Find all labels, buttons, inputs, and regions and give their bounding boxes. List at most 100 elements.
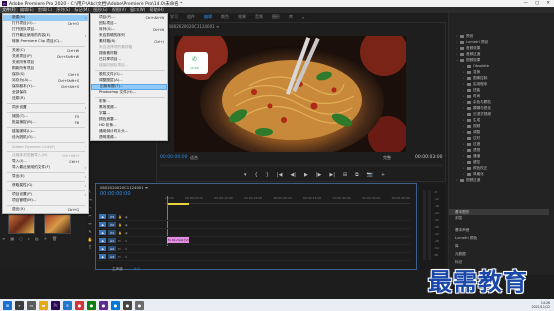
file-menu-link-media[interactable]: 链接媒体(L)... (3, 129, 88, 135)
play-button[interactable]: ▶ (304, 172, 308, 178)
solo-icon[interactable]: S (125, 255, 130, 259)
app-icon[interactable]: ● (87, 300, 96, 310)
file-menu-import-from-browser[interactable]: 从媒体浏览器导入(M) Ctrl+Alt+I (3, 153, 88, 159)
file-menu-get-properties[interactable]: 获取属性(G) › (3, 183, 88, 189)
go-to-out-button[interactable]: ▶| (329, 172, 335, 178)
new-offline-file[interactable]: 脱机文件(O)... (91, 72, 167, 78)
timeline-ruler[interactable]: 00:00 00:00:05:00 00:00:10:00 00:00:15:0… (165, 196, 410, 204)
button-editor-button[interactable]: + (381, 172, 385, 178)
monitor-scrubber[interactable] (160, 164, 442, 167)
search-icon[interactable]: ⌕ (15, 300, 24, 310)
new-transparent-video[interactable]: 透明视频... (91, 135, 167, 141)
lift-button[interactable]: ⊞ (343, 172, 347, 178)
lock-icon[interactable]: 🔒 (118, 223, 123, 227)
slip-tool-icon[interactable]: ↔ (88, 221, 91, 226)
track-row-a3[interactable]: ▪ A3 M S (97, 253, 410, 261)
file-menu-save[interactable]: 保存(S) Ctrl+S (3, 72, 88, 78)
tab-assembly[interactable]: 组件 (187, 14, 195, 20)
file-menu-exit[interactable]: 退出(X) Ctrl+Q (3, 207, 88, 213)
solo-icon[interactable]: S (125, 239, 130, 243)
track-row-a1[interactable]: ▪ A1 M S (97, 237, 410, 245)
lock-icon[interactable]: 🔒 (118, 231, 123, 235)
file-menu-refresh-all[interactable]: 刷新所有项目 (3, 66, 88, 72)
timeline-timecode[interactable]: 00:00:00:00 (100, 191, 131, 197)
system-tray-clock[interactable]: 14:26 2021/11/12 (532, 299, 550, 311)
file-menu-new[interactable]: 新建(N) › (3, 15, 88, 21)
track-target-toggle[interactable]: ▪ (99, 214, 106, 219)
find-icon[interactable]: ⌕ (28, 236, 30, 241)
track-target-toggle[interactable]: ▪ (99, 238, 106, 243)
track-row-v2[interactable]: ▪ V2 🔒 ◉ (97, 221, 410, 229)
timeline-tab[interactable]: 0802020020C1124001 ≡ (100, 185, 148, 190)
list-view-icon[interactable]: ≡ (2, 236, 5, 241)
clip-thumbnail[interactable] (44, 214, 71, 234)
file-explorer-icon[interactable]: ▬ (39, 300, 48, 310)
tab-libraries[interactable]: 库 (289, 14, 293, 20)
file-menu-batch-capture[interactable]: 批量捕捉(B)... F6 (3, 120, 88, 126)
new-bin-from-selection[interactable]: 来自选择项的素材箱 (91, 45, 167, 51)
new-black-video[interactable]: 黑场视频... (91, 105, 167, 111)
step-back-button[interactable]: ◀| (290, 172, 296, 178)
zoom-fit-select[interactable]: 适合 (190, 155, 198, 161)
new-bin[interactable]: 素材箱(B) Ctrl+/ (91, 39, 167, 45)
file-menu-save-as[interactable]: 另存为(A)... Ctrl+Shift+S (3, 78, 88, 84)
playhead-timecode[interactable]: 00:00:00:00 (160, 155, 187, 160)
track-row-v1[interactable]: ▪ V1 🔒 ◉ (97, 229, 410, 237)
mute-icon[interactable]: M (118, 247, 123, 251)
panel-link[interactable]: 元数据 (449, 251, 549, 257)
new-adjustment-layer[interactable]: 调整图层(A)... (91, 78, 167, 84)
app-icon[interactable]: ● (99, 300, 108, 310)
app-icon[interactable]: ● (111, 300, 120, 310)
go-to-in-button[interactable]: |◀ (277, 172, 283, 178)
new-legacy-title[interactable]: 旧版标题(T)... (91, 84, 167, 90)
new-shared-project[interactable]: 已共享项目... (91, 57, 167, 63)
file-menu-open-team-project[interactable]: 打开团队项目... (3, 27, 88, 33)
clip-thumbnail[interactable] (8, 214, 35, 234)
track-row-v3[interactable]: ▪ V3 🔒 ◉ (97, 213, 410, 221)
new-linked-team-project[interactable]: 链接的团队项目... (91, 63, 167, 69)
eye-icon[interactable]: ◉ (125, 223, 130, 227)
new-captions[interactable]: 字幕... (91, 111, 167, 117)
file-menu-revert[interactable]: 还原(R) (3, 96, 88, 102)
app-icon[interactable]: ● (123, 300, 132, 310)
new-item-icon[interactable]: + (44, 236, 47, 241)
minimize-button[interactable]: — (523, 1, 528, 6)
app-icon[interactable]: ● (75, 300, 84, 310)
tab-color[interactable]: 颜色 (221, 14, 229, 20)
zoom-slider-icon[interactable]: ○ (19, 236, 23, 241)
extract-button[interactable]: ⧉ (355, 172, 359, 178)
file-menu-close[interactable]: 关闭(C) Ctrl+W (3, 48, 88, 54)
tab-audio[interactable]: 音频 (255, 14, 263, 20)
tab-more[interactable]: » (302, 15, 304, 20)
file-menu-save-copy[interactable]: 保存副本(Y)... Ctrl+Alt+S (3, 84, 88, 90)
trash-icon[interactable]: 🗑 (52, 236, 57, 241)
timeline-clip[interactable]: fx 01.mp4 [V] (167, 237, 189, 243)
add-marker-button[interactable]: ▾ (244, 172, 247, 178)
track-row-a2[interactable]: ▪ A2 M S (97, 245, 410, 253)
new-search-bin[interactable]: 搜索素材箱 (91, 51, 167, 57)
tab-effects[interactable]: 效果 (238, 14, 246, 20)
effects-tree-item[interactable]: › 视频过渡 (449, 177, 549, 183)
panel-link[interactable]: Lumetri 颜色 (449, 235, 549, 241)
file-menu-make-offline[interactable]: 设为脱机(O)... (3, 135, 88, 141)
file-menu-capture[interactable]: 捕捉(T)... F5 (3, 114, 88, 120)
mark-in-button[interactable]: { (255, 172, 258, 178)
new-team-project[interactable]: 团队项目... (91, 21, 167, 27)
panel-tab-browse[interactable]: 浏览 (449, 215, 549, 221)
new-sequence[interactable]: 序列(S)... Ctrl+N (91, 27, 167, 33)
mute-icon[interactable]: M (118, 239, 123, 243)
video-preview[interactable]: ✆ 12:00 (174, 36, 406, 152)
icon-view-icon[interactable]: ▦ (10, 236, 14, 241)
track-target-toggle[interactable]: ▪ (99, 254, 106, 259)
file-menu-project-settings[interactable]: 项目设置(P) › (3, 192, 88, 198)
pen-tool-icon[interactable]: ✎ (88, 229, 91, 234)
new-hd-bars[interactable]: HD 彩条... (91, 123, 167, 129)
panel-link[interactable]: 基本声音 (449, 227, 549, 233)
file-menu-save-all[interactable]: 全部保存 (3, 90, 88, 96)
tab-editing[interactable]: 编辑 (204, 14, 212, 20)
new-bars-and-tone[interactable]: 彩条... (91, 99, 167, 105)
file-menu-project-manager[interactable]: 项目管理(M)... (3, 198, 88, 204)
file-menu-open-project[interactable]: 打开项目(O)... Ctrl+O (3, 21, 88, 27)
maximize-button[interactable]: ▢ (535, 1, 539, 6)
file-menu-import-recent[interactable]: 导入最近使用的文件(F) › (3, 165, 88, 171)
